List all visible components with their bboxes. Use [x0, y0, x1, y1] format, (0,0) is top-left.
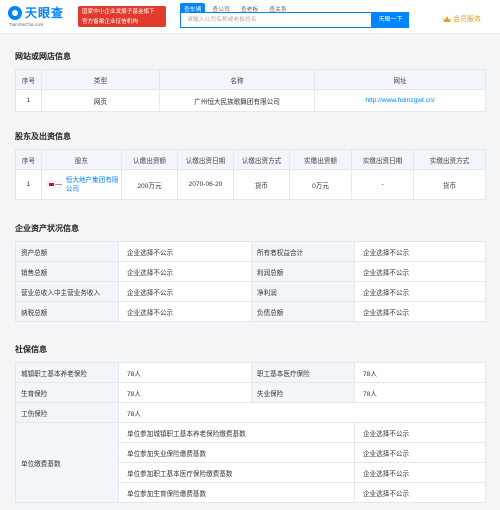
label-net-profit: 净利润: [251, 281, 355, 302]
table-row: 单位缴费基数 单位参加城镇职工基本养老保险缴费基数 企业选择不公示: [15, 422, 486, 503]
label-total-profit: 利润总额: [251, 261, 355, 282]
label-payment-base: 单位缴费基数: [15, 422, 119, 503]
value-total-profit: 企业选择不公示: [354, 261, 486, 282]
value-total-assets: 企业选择不公示: [118, 241, 252, 262]
label-total-assets: 资产总额: [15, 241, 119, 262]
label-total-liabilities: 负债总额: [251, 301, 355, 322]
label-medical-insurance: 职工基本医疗保险: [251, 362, 355, 383]
shareholder-table: 序号 股东 认缴出资额 认缴出资日期 认缴出资方式 实缴出资额 实缴出资日期 实…: [15, 149, 486, 200]
label-unemployment-insurance: 失业保险: [251, 382, 355, 403]
table-row: 1 网页 广州恒大民族歌舞团有限公司 http://www.hdmzgwt.cn…: [15, 89, 486, 112]
col-header-shareholder: 股东: [41, 149, 122, 170]
table-row: 1 恒大地产集团有限公司 200万元 2070-06-20 货币 0万元 - 货…: [15, 169, 486, 200]
value-net-profit: 企业选择不公示: [354, 281, 486, 302]
row-name: 广州恒大民族歌舞团有限公司: [159, 89, 315, 112]
col-header-subscribed-amount: 认缴出资额: [121, 149, 178, 170]
banner-line-2: 官方备案企业征信机构: [82, 19, 138, 25]
row-index: 1: [15, 169, 42, 200]
col-header-index: 序号: [15, 69, 42, 90]
value-maternity-insurance: 78人: [118, 382, 252, 403]
top-header: 天眼查 TianYanCha.com 国家中小企业发展子基金旗下 官方备案企业征…: [0, 0, 500, 34]
value-main-revenue: 企业选择不公示: [118, 281, 252, 302]
paid-date: -: [351, 169, 414, 200]
label-pension-insurance: 城镇职工基本养老保险: [15, 362, 119, 383]
shareholder-section-title: 股东及出资信息: [15, 132, 71, 141]
payment-item: 单位参加失业保险缴费基数: [118, 442, 355, 463]
social-table: 城镇职工基本养老保险 78人 职工基本医疗保险 78人 生育保险 78人 失业保…: [15, 362, 486, 503]
col-header-paid-amount: 实缴出资额: [289, 149, 352, 170]
col-header-subscribed-method: 认缴出资方式: [233, 149, 290, 170]
table-row: 城镇职工基本养老保险 78人 职工基本医疗保险 78人: [15, 362, 486, 383]
label-total-sales: 销售总额: [15, 261, 119, 282]
col-header-url: 网址: [314, 69, 486, 90]
value-injury-insurance: 78人: [118, 402, 486, 423]
table-row: 生育保险 78人 失业保险 78人: [15, 382, 486, 403]
banner-line-1: 国家中小企业发展子基金旗下: [82, 9, 155, 15]
table-header-row: 序号 股东 认缴出资额 认缴出资日期 认缴出资方式 实缴出资额 实缴出资日期 实…: [15, 149, 486, 170]
search-box: [180, 12, 372, 28]
col-header-paid-method: 实缴出资方式: [413, 149, 486, 170]
table-row: 营业总收入中主营业务收入 企业选择不公示 净利润 企业选择不公示: [15, 281, 486, 302]
value-total-tax: 企业选择不公示: [118, 301, 252, 322]
member-service-label: 会员服务: [453, 16, 481, 23]
company-logo-icon: [47, 181, 62, 188]
payment-item: 单位参加职工基本医疗保险缴费基数: [118, 462, 355, 483]
payment-value: 企业选择不公示: [354, 482, 486, 503]
website-section-title: 网站或网店信息: [15, 52, 71, 61]
assets-section-title: 企业资产状况信息: [15, 224, 79, 233]
row-type: 网页: [41, 89, 160, 112]
paid-amount: 0万元: [289, 169, 352, 200]
value-pension-insurance: 78人: [118, 362, 252, 383]
col-header-subscribed-date: 认缴出资日期: [177, 149, 234, 170]
website-table: 序号 类型 名称 网址 1 网页 广州恒大民族歌舞团有限公司 http://ww…: [15, 69, 486, 112]
table-row: 工伤保险 78人: [15, 402, 486, 423]
payment-value: 企业选择不公示: [354, 422, 486, 443]
col-header-type: 类型: [41, 69, 160, 90]
payment-value: 企业选择不公示: [354, 462, 486, 483]
table-row: 资产总额 企业选择不公示 所有者权益合计 企业选择不公示: [15, 241, 486, 262]
logo-eye-icon: [8, 6, 22, 20]
shareholder-name-link[interactable]: 恒大地产集团有限公司: [66, 176, 121, 194]
label-owner-equity: 所有者权益合计: [251, 241, 355, 262]
search-button[interactable]: 天眼一下: [372, 12, 409, 28]
paid-method: 货币: [413, 169, 486, 200]
label-injury-insurance: 工伤保险: [15, 402, 119, 423]
subscribed-method: 货币: [233, 169, 290, 200]
logo-text: 天眼查: [25, 6, 65, 20]
label-total-tax: 纳税总额: [15, 301, 119, 322]
subscribed-amount: 200万元: [121, 169, 178, 200]
assets-table: 资产总额 企业选择不公示 所有者权益合计 企业选择不公示 销售总额 企业选择不公…: [15, 241, 486, 322]
label-main-revenue: 营业总收入中主营业务收入: [15, 281, 119, 302]
payment-item: 单位参加生育保险缴费基数: [118, 482, 355, 503]
search-input[interactable]: [181, 13, 371, 27]
social-section-title: 社保信息: [15, 345, 47, 354]
shareholder-cell: 恒大地产集团有限公司: [41, 169, 122, 200]
crown-icon: [443, 15, 451, 23]
tianyancha-logo[interactable]: 天眼查 TianYanCha.com: [8, 4, 74, 30]
table-row: 销售总额 企业选择不公示 利润总额 企业选择不公示: [15, 261, 486, 282]
col-header-paid-date: 实缴出资日期: [351, 149, 414, 170]
col-header-index: 序号: [15, 149, 42, 170]
official-banner[interactable]: 国家中小企业发展子基金旗下 官方备案企业征信机构: [78, 6, 166, 27]
table-header-row: 序号 类型 名称 网址: [15, 69, 486, 90]
website-url-link[interactable]: http://www.hdmzgwt.cn/: [314, 89, 486, 112]
value-total-sales: 企业选择不公示: [118, 261, 252, 282]
table-row: 纳税总额 企业选择不公示 负债总额 企业选择不公示: [15, 301, 486, 322]
payment-item: 单位参加城镇职工基本养老保险缴费基数: [118, 422, 355, 443]
value-owner-equity: 企业选择不公示: [354, 241, 486, 262]
payment-value: 企业选择不公示: [354, 442, 486, 463]
value-total-liabilities: 企业选择不公示: [354, 301, 486, 322]
row-index: 1: [15, 89, 42, 112]
member-service-link[interactable]: 会员服务: [443, 14, 481, 24]
logo-subtext: TianYanCha.com: [9, 22, 44, 27]
value-medical-insurance: 78人: [354, 362, 486, 383]
subscribed-date: 2070-06-20: [177, 169, 234, 200]
label-maternity-insurance: 生育保险: [15, 382, 119, 403]
value-unemployment-insurance: 78人: [354, 382, 486, 403]
col-header-name: 名称: [159, 69, 315, 90]
